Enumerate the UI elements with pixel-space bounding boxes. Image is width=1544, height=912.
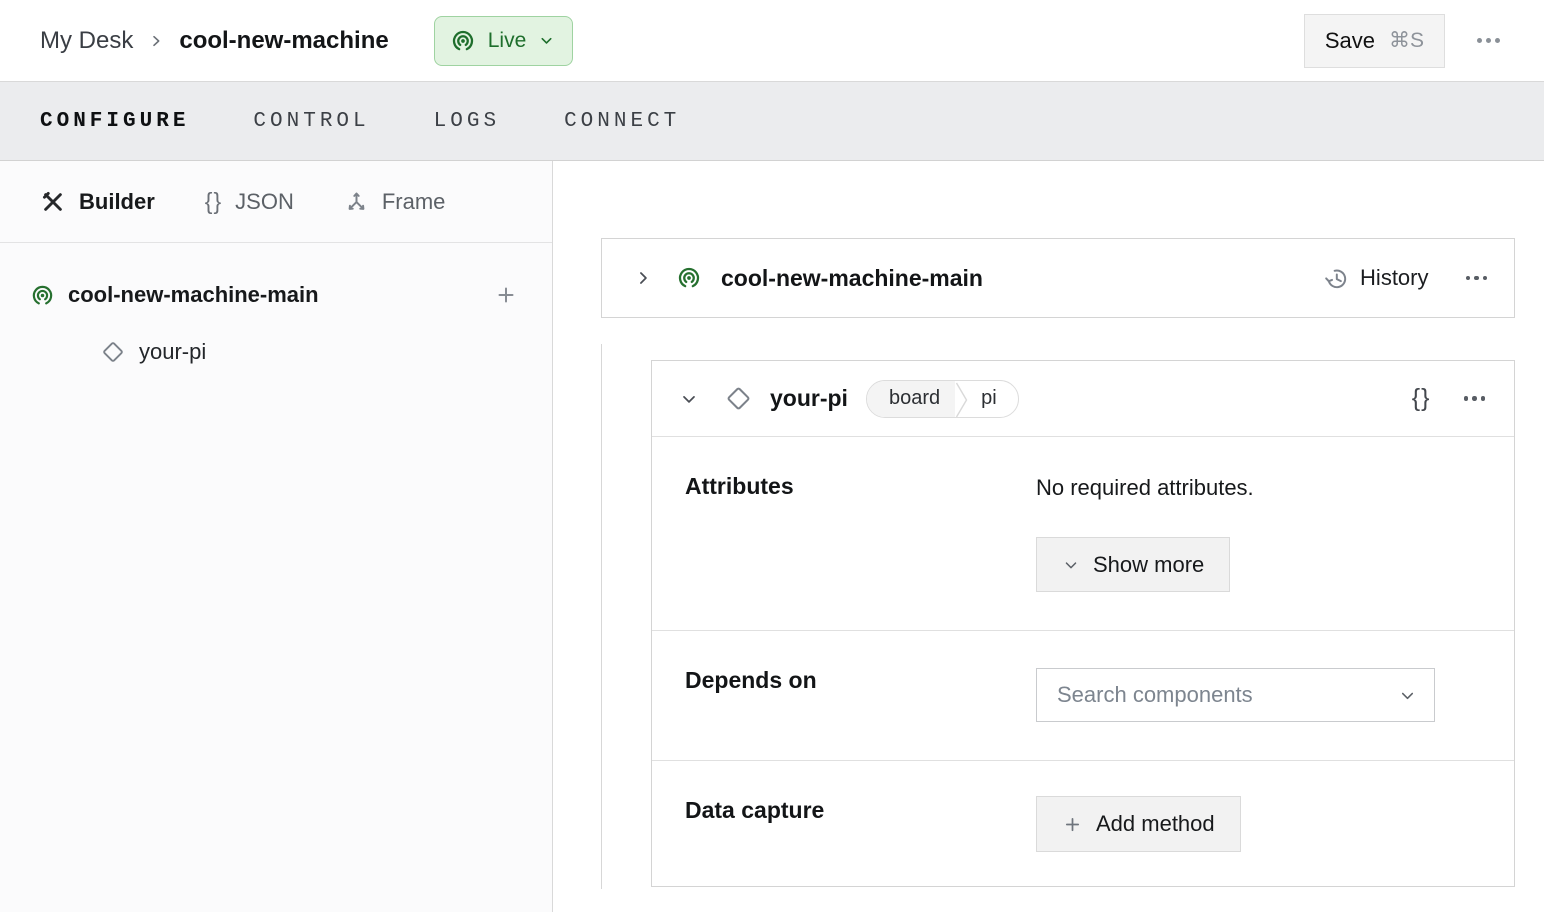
live-broadcast-icon bbox=[450, 28, 476, 54]
tree-item-machine-part-label: cool-new-machine-main bbox=[68, 282, 319, 307]
add-method-button[interactable]: Add method bbox=[1036, 796, 1241, 852]
machine-part-card: cool-new-machine-main History bbox=[601, 238, 1515, 318]
chevron-down-icon bbox=[1062, 556, 1080, 574]
component-model: pi bbox=[981, 387, 997, 409]
breadcrumb: My Desk cool-new-machine bbox=[40, 27, 389, 55]
depends-on-section: Depends on Search components bbox=[652, 631, 1514, 761]
data-capture-section: Data capture Add method bbox=[652, 761, 1514, 886]
tree-connector-line bbox=[601, 344, 602, 889]
expand-chevron-right-icon[interactable] bbox=[633, 268, 653, 288]
history-button[interactable]: History bbox=[1324, 265, 1429, 291]
mode-builder[interactable]: Builder bbox=[40, 189, 155, 215]
mode-builder-label: Builder bbox=[79, 188, 155, 214]
component-title: your-pi bbox=[770, 385, 848, 411]
configure-main-panel: cool-new-machine-main History your-pi bo… bbox=[554, 161, 1544, 912]
chevron-right-icon bbox=[148, 33, 164, 49]
attributes-section-content: No required attributes. Show more bbox=[1036, 437, 1514, 630]
breadcrumb-parent-link[interactable]: My Desk bbox=[40, 27, 133, 55]
depends-on-section-label: Depends on bbox=[685, 667, 817, 693]
builder-tools-icon bbox=[40, 189, 66, 215]
machine-part-icon bbox=[676, 265, 702, 291]
save-button-label: Save bbox=[1324, 27, 1375, 53]
component-diamond-icon bbox=[724, 384, 753, 413]
mode-frame-label: Frame bbox=[381, 188, 446, 214]
braces-icon: {} bbox=[204, 188, 223, 214]
plus-icon bbox=[1062, 814, 1083, 835]
component-tree: cool-new-machine-main your-pi bbox=[0, 243, 552, 377]
part-card-menu-icon[interactable] bbox=[1465, 275, 1487, 281]
history-clock-icon bbox=[1324, 266, 1349, 291]
code-braces-icon[interactable]: {} bbox=[1412, 384, 1431, 413]
save-button[interactable]: Save ⌘S bbox=[1303, 13, 1445, 68]
view-mode-switcher: Builder {} JSON Frame bbox=[0, 161, 552, 243]
tree-item-your-pi-label: your-pi bbox=[139, 339, 207, 364]
breadcrumb-machine-name: cool-new-machine bbox=[179, 26, 389, 54]
save-shortcut-hint: ⌘S bbox=[1388, 29, 1424, 52]
add-component-icon[interactable] bbox=[494, 283, 518, 307]
machine-part-icon bbox=[30, 283, 55, 308]
tab-configure[interactable]: CONFIGURE bbox=[40, 110, 189, 133]
depends-on-section-content: Search components bbox=[1036, 631, 1514, 760]
tree-item-your-pi[interactable]: your-pi bbox=[0, 327, 552, 377]
show-more-button-label: Show more bbox=[1093, 551, 1205, 577]
configure-sidebar: Builder {} JSON Frame cool-new-machine-m… bbox=[0, 161, 553, 912]
attributes-section: Attributes No required attributes. Show … bbox=[652, 437, 1514, 631]
component-diamond-icon bbox=[100, 339, 126, 365]
mode-json[interactable]: {} JSON bbox=[205, 188, 294, 215]
component-card-header: your-pi board pi {} bbox=[652, 361, 1514, 437]
tree-item-machine-part[interactable]: cool-new-machine-main bbox=[0, 269, 552, 321]
attributes-empty-text: No required attributes. bbox=[1036, 475, 1254, 500]
machine-config-page: My Desk cool-new-machine Live Save ⌘S CO… bbox=[0, 0, 1544, 912]
depends-on-search-placeholder: Search components bbox=[1057, 682, 1253, 707]
chevron-down-icon bbox=[1398, 686, 1417, 705]
component-card-actions: {} bbox=[1412, 384, 1485, 413]
attributes-section-label: Attributes bbox=[685, 473, 794, 499]
header-actions: Save ⌘S bbox=[1303, 13, 1500, 68]
component-type-pill: board pi bbox=[865, 379, 1019, 418]
show-more-button[interactable]: Show more bbox=[1036, 537, 1231, 592]
page-header: My Desk cool-new-machine Live Save ⌘S bbox=[0, 0, 1544, 81]
component-type: board bbox=[866, 380, 956, 417]
status-badge-label: Live bbox=[487, 28, 527, 52]
header-overflow-menu-icon[interactable] bbox=[1477, 38, 1500, 43]
tab-connect[interactable]: CONNECT bbox=[564, 110, 680, 133]
mode-frame[interactable]: Frame bbox=[344, 188, 446, 215]
mode-json-label: JSON bbox=[235, 188, 294, 214]
machine-part-title: cool-new-machine-main bbox=[721, 264, 983, 291]
data-capture-section-content: Add method bbox=[1036, 761, 1514, 886]
pill-chevron-divider bbox=[955, 381, 969, 417]
add-method-button-label: Add method bbox=[1096, 811, 1215, 836]
history-button-label: History bbox=[1360, 265, 1429, 290]
tab-logs[interactable]: LOGS bbox=[434, 110, 500, 133]
component-card-menu-icon[interactable] bbox=[1463, 396, 1485, 401]
depends-on-search-select[interactable]: Search components bbox=[1036, 668, 1435, 722]
machine-status-badge[interactable]: Live bbox=[433, 15, 574, 66]
machine-tabbar: CONFIGURE CONTROL LOGS CONNECT bbox=[0, 81, 1544, 161]
frame-axes-icon bbox=[344, 189, 369, 214]
collapse-chevron-down-icon[interactable] bbox=[679, 389, 699, 409]
data-capture-section-label: Data capture bbox=[685, 797, 825, 823]
component-card-your-pi: your-pi board pi {} Attributes No requir… bbox=[651, 360, 1515, 887]
chevron-down-icon bbox=[538, 32, 555, 49]
tab-control[interactable]: CONTROL bbox=[253, 110, 369, 133]
